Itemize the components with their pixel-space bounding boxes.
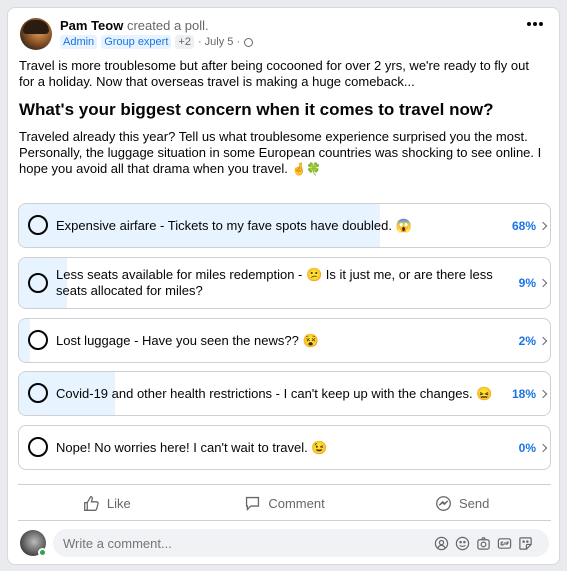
- poll-radio[interactable]: [28, 215, 48, 235]
- description-emoji: 🤞🍀: [291, 162, 322, 176]
- poll-option-percent: 68%: [511, 219, 536, 233]
- more-options-icon[interactable]: [527, 22, 543, 28]
- send-label: Send: [458, 495, 490, 511]
- poll-option[interactable]: Less seats available for miles redemptio…: [18, 257, 551, 309]
- poll-option[interactable]: Nope! No worries here! I can't wait to t…: [18, 425, 551, 470]
- post-intro-text: Travel is more troublesome but after bei…: [19, 58, 529, 89]
- speech-bubble-icon: [246, 496, 260, 511]
- poll-option-result[interactable]: 18%: [511, 387, 548, 401]
- messenger-icon: [436, 495, 451, 511]
- post-description: Traveled already this year? Tell us what…: [19, 129, 549, 177]
- globe-icon: [244, 37, 254, 47]
- poll-option[interactable]: Expensive airfare - Tickets to my fave s…: [18, 203, 551, 248]
- poll-radio[interactable]: [28, 383, 48, 403]
- post-date[interactable]: · July 5 ·: [198, 36, 240, 48]
- send-button[interactable]: Send: [373, 488, 551, 518]
- chevron-right-icon: [538, 221, 548, 231]
- chevron-right-icon: [538, 336, 548, 346]
- chevron-right-icon: [538, 278, 548, 288]
- poll-option[interactable]: Covid-19 and other health restrictions -…: [18, 371, 551, 416]
- chevron-right-icon: [538, 389, 548, 399]
- poll-option[interactable]: Lost luggage - Have you seen the news?? …: [18, 318, 551, 363]
- chevron-right-icon: [538, 443, 548, 453]
- poll-post-card: Pam Teow created a poll. Admin Group exp…: [7, 7, 560, 565]
- poll-option-result[interactable]: 9%: [518, 276, 548, 290]
- comment-label: Comment: [268, 495, 325, 511]
- like-label: Like: [106, 495, 131, 511]
- post-meta: Admin Group expert +2 · July 5 ·: [60, 35, 254, 49]
- poll-option-percent: 9%: [518, 276, 536, 290]
- post-action-text: created a poll.: [126, 18, 209, 33]
- more-badges[interactable]: +2: [175, 35, 194, 49]
- admin-badge[interactable]: Admin: [60, 35, 98, 49]
- camera-icon[interactable]: [475, 535, 491, 551]
- author-avatar[interactable]: [20, 18, 52, 50]
- poll-radio[interactable]: [28, 437, 48, 457]
- author-name[interactable]: Pam Teow: [60, 18, 123, 33]
- poll-option-percent: 18%: [511, 387, 536, 401]
- poll-option-result[interactable]: 0%: [518, 441, 548, 455]
- poll-option-text: Lost luggage - Have you seen the news?? …: [56, 333, 319, 348]
- sticker-icon[interactable]: [517, 535, 533, 551]
- poll-radio[interactable]: [28, 330, 48, 350]
- comment-tools: [433, 535, 533, 551]
- divider: [18, 484, 551, 485]
- poll-option-percent: 2%: [518, 334, 536, 348]
- poll-option-result[interactable]: 68%: [511, 219, 548, 233]
- avatar-sticker-icon[interactable]: [433, 535, 449, 551]
- poll-question: What's your biggest concern when it come…: [19, 100, 494, 119]
- emoji-icon[interactable]: [454, 535, 470, 551]
- online-status-dot: [38, 548, 47, 557]
- poll-option-text: Less seats available for miles redemptio…: [56, 267, 493, 298]
- description-text: Traveled already this year? Tell us what…: [19, 129, 542, 176]
- poll-option-text: Expensive airfare - Tickets to my fave s…: [56, 218, 412, 233]
- post-header: Pam Teow created a poll.: [60, 18, 209, 33]
- poll-radio[interactable]: [28, 273, 48, 293]
- like-button[interactable]: Like: [18, 488, 196, 518]
- divider: [18, 520, 551, 521]
- poll-option-text: Nope! No worries here! I can't wait to t…: [56, 440, 328, 455]
- comment-button[interactable]: Comment: [196, 488, 374, 518]
- group-expert-badge[interactable]: Group expert: [101, 35, 172, 49]
- poll-option-percent: 0%: [518, 441, 536, 455]
- post-actions: Like Comment Send: [18, 488, 551, 518]
- gif-icon[interactable]: [496, 535, 512, 551]
- thumbs-up-icon: [83, 495, 99, 511]
- poll-option-result[interactable]: 2%: [518, 334, 548, 348]
- poll-option-text: Covid-19 and other health restrictions -…: [56, 386, 493, 401]
